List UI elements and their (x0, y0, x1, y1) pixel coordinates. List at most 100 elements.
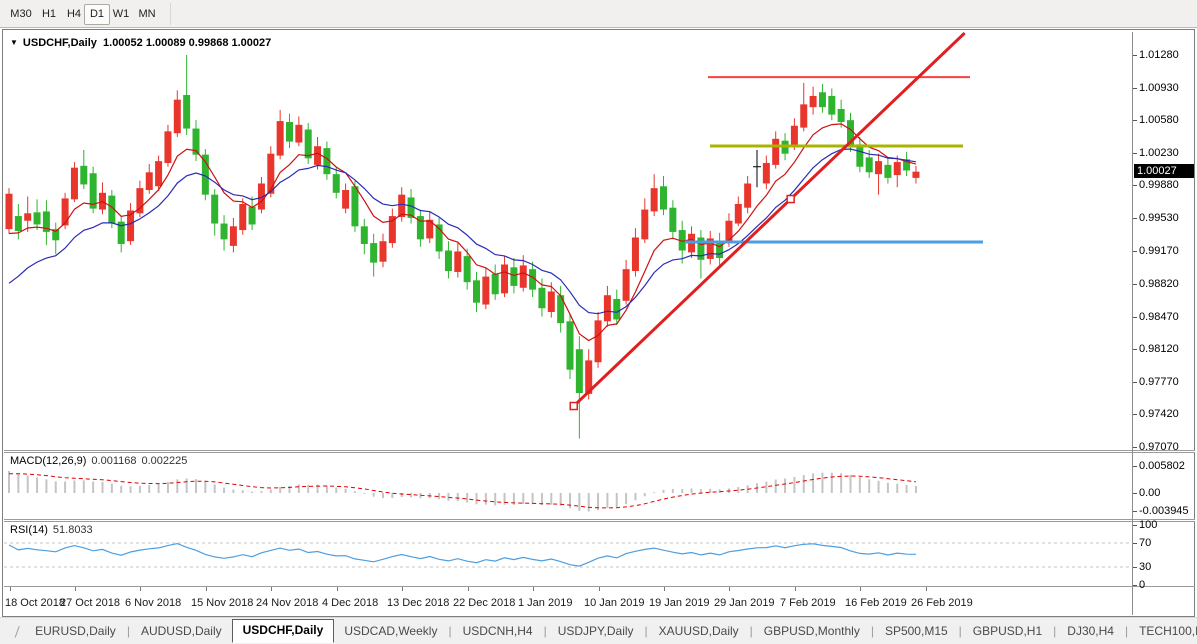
time-axis-tick (795, 587, 796, 591)
candle (249, 197, 256, 231)
candle (697, 230, 704, 278)
chart-tab-usdcnh[interactable]: USDCNH,H4 (453, 620, 543, 642)
candle (912, 166, 919, 184)
rsi-axis-label: 100 (1139, 519, 1157, 531)
rsi-indicator-label: RSI(14) 51.8033 (10, 524, 93, 536)
chart-tab-eurusd[interactable]: EURUSD,Daily (25, 620, 126, 642)
trend-line[interactable] (574, 33, 965, 406)
chart-ohlc-readout: ▼USDCHF,Daily 1.00052 1.00089 0.99868 1.… (10, 37, 271, 49)
chart-tab-gbpusd[interactable]: GBPUSD,H1 (963, 620, 1052, 642)
candle (763, 156, 770, 190)
chart-tab-usdcad[interactable]: USDCAD,Weekly (334, 620, 447, 642)
candle (856, 137, 863, 172)
slow-ma-line[interactable] (9, 149, 916, 314)
candle (735, 197, 742, 227)
rsi-line (9, 544, 916, 567)
candle (875, 154, 882, 195)
chart-tab-gbpusd[interactable]: GBPUSD,Monthly (754, 620, 870, 642)
candle (370, 234, 377, 277)
price-axis-label: 0.97420 (1139, 408, 1179, 420)
trendline-anchor-handle[interactable] (787, 196, 794, 203)
timeframe-button-h1[interactable]: H1 (36, 4, 62, 25)
timeframe-button-m30[interactable]: M30 (6, 4, 36, 25)
chart-tab-sp500[interactable]: SP500,M15 (875, 620, 958, 642)
macd-signal-value: 0.002225 (142, 455, 188, 467)
candle (482, 268, 489, 309)
candle (118, 216, 125, 252)
candle (295, 116, 302, 146)
time-axis-tick (402, 587, 403, 591)
doji-candle (753, 150, 761, 187)
chart-symbol-label: USDCHF,Daily (23, 37, 97, 49)
price-axis-label: 0.98470 (1139, 311, 1179, 323)
candle (174, 90, 181, 137)
chart-tab-dj30[interactable]: DJ30,H4 (1057, 620, 1124, 642)
price-axis-label: 0.98820 (1139, 278, 1179, 290)
candle (193, 120, 200, 161)
chart-tab-tech100[interactable]: TECH100,H (1129, 620, 1197, 642)
time-axis-label: 22 Dec 2018 (453, 597, 515, 609)
price-axis-label: 1.00580 (1139, 114, 1179, 126)
candle (277, 110, 284, 159)
price-chart-canvas[interactable] (4, 32, 1132, 450)
price-axis-label: 0.97770 (1139, 376, 1179, 388)
candle (43, 200, 50, 245)
macd-name: MACD(12,26,9) (10, 455, 86, 467)
candle (828, 89, 835, 121)
timeframe-button-mn[interactable]: MN (133, 4, 161, 25)
candle (445, 241, 452, 278)
chart-tab-usdjpy[interactable]: USDJPY,Daily (548, 620, 644, 642)
candle (90, 167, 97, 214)
time-axis-tick (140, 587, 141, 591)
macd-main-value: 0.001168 (91, 455, 136, 467)
symbol-dropdown-icon[interactable]: ▼ (10, 38, 18, 47)
candle (286, 114, 293, 148)
candle (819, 84, 826, 113)
chart-tab-audusd[interactable]: AUDUSD,Daily (131, 620, 232, 642)
time-axis-label: 29 Jan 2019 (714, 597, 775, 609)
rsi-name: RSI(14) (10, 524, 48, 536)
rsi-axis-label: 30 (1139, 561, 1151, 573)
candle (595, 312, 602, 368)
candle (34, 199, 41, 230)
timeframe-button-w1[interactable]: W1 (108, 4, 134, 25)
candle (342, 183, 349, 213)
candle (230, 218, 237, 252)
candle (99, 183, 106, 215)
high-value: 1.00089 (146, 37, 186, 49)
time-axis-label: 1 Jan 2019 (518, 597, 572, 609)
timeframe-button-d1[interactable]: D1 (84, 4, 110, 25)
time-axis-label: 6 Nov 2018 (125, 597, 181, 609)
toolbar-separator (170, 3, 171, 25)
macd-axis-label: 0.00 (1139, 487, 1160, 499)
time-axis-label: 4 Dec 2018 (322, 597, 378, 609)
candle (473, 272, 480, 312)
time-axis-tick (271, 587, 272, 591)
candle (183, 55, 190, 135)
candle (389, 209, 396, 248)
candle (903, 152, 910, 176)
time-axis-tick (10, 587, 11, 591)
candle (361, 219, 368, 254)
chart-tab-usdchf[interactable]: USDCHF,Daily (232, 619, 335, 643)
current-price-tag: 1.00027 (1134, 164, 1194, 178)
rsi-panel-canvas[interactable] (4, 522, 1132, 586)
time-axis-label: 16 Feb 2019 (845, 597, 907, 609)
price-axis-label: 1.00230 (1139, 147, 1179, 159)
time-axis-tick (468, 587, 469, 591)
candle (576, 336, 583, 438)
chart-tab-xauusd[interactable]: XAUUSD,Daily (649, 620, 749, 642)
time-axis-label: 27 Oct 2018 (60, 597, 120, 609)
rsi-value: 51.8033 (53, 524, 93, 536)
chart-window: ▼USDCHF,Daily 1.00052 1.00089 0.99868 1.… (2, 29, 1195, 617)
candle (567, 314, 574, 379)
candle (707, 231, 714, 265)
candle (651, 174, 658, 216)
candle (15, 204, 22, 239)
mt4-terminal: { "toolbar": { "timeframes": [ {"label":… (0, 0, 1197, 644)
time-axis-label: 13 Dec 2018 (387, 597, 449, 609)
time-axis-label: 19 Jan 2019 (649, 597, 710, 609)
time-axis-tick (860, 587, 861, 591)
low-value: 0.99868 (189, 37, 229, 49)
trendline-anchor-handle[interactable] (570, 403, 577, 410)
